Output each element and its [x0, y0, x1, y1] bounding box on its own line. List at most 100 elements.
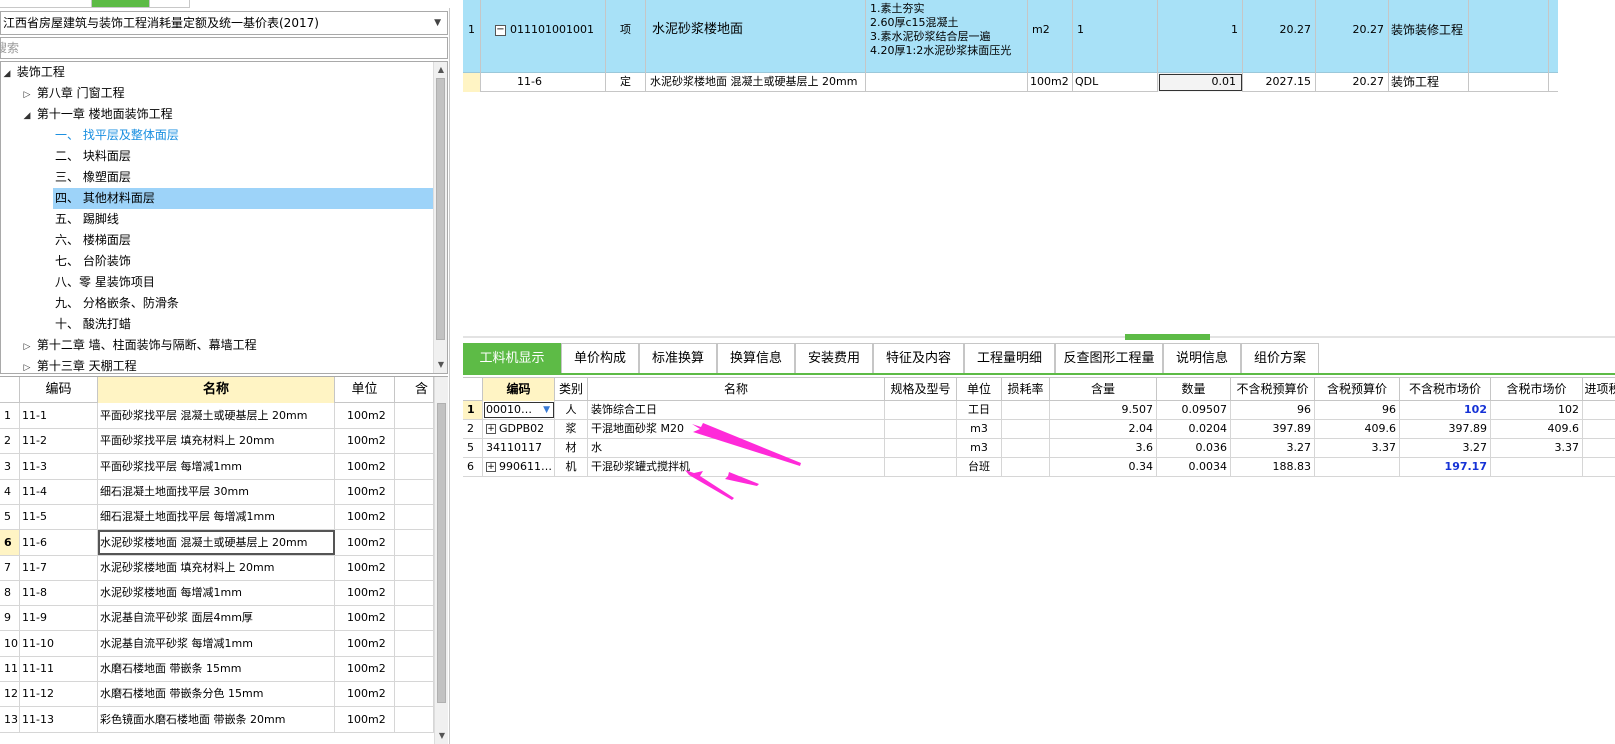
material-p2[interactable]: 409.6 [1315, 420, 1400, 438]
tab-6[interactable]: 特征及内容 [873, 343, 964, 373]
quota-name[interactable]: 彩色镜面水磨石楼地面 带嵌条 20mm [98, 706, 335, 732]
material-loss[interactable] [1002, 401, 1050, 419]
quota-name[interactable]: 平面砂浆找平层 填充材料上 20mm [98, 428, 335, 454]
left-tab-1[interactable] [0, 0, 92, 8]
quota-name[interactable]: 水泥基自流平砂浆 面层4mm厚 [98, 605, 335, 631]
quota-code[interactable]: 11-8 [20, 580, 98, 606]
header-budget-price-incl[interactable]: 含税预算价 [1315, 378, 1400, 401]
scroll-down-icon[interactable]: ▼ [434, 358, 447, 372]
material-unit[interactable]: m3 [957, 439, 1002, 457]
search-input[interactable]: 搜索 [0, 37, 448, 59]
quota-price[interactable] [395, 453, 434, 479]
quota-price[interactable] [395, 403, 434, 428]
material-content[interactable]: 2.04 [1050, 420, 1157, 438]
expand-icon[interactable]: ▷ [21, 337, 33, 358]
tree-item[interactable]: 七、 台阶装饰 [53, 251, 433, 272]
material-content[interactable]: 3.6 [1050, 439, 1157, 457]
material-loss[interactable] [1002, 458, 1050, 476]
quota-code[interactable]: 11-10 [20, 630, 98, 656]
material-content[interactable]: 0.34 [1050, 458, 1157, 476]
header-content[interactable]: 含量 [1050, 378, 1157, 401]
material-cat[interactable]: 浆 [555, 420, 588, 438]
material-spec[interactable] [885, 439, 957, 457]
scrollbar-thumb[interactable] [436, 78, 445, 340]
quota-code[interactable]: 11-5 [20, 504, 98, 530]
material-qty[interactable]: 0.0204 [1157, 420, 1231, 438]
material-p3[interactable]: 197.17 [1400, 458, 1491, 476]
material-code[interactable]: 34110117 [483, 439, 555, 457]
quota-name[interactable]: 水泥砂浆楼地面 混凝土或硬基层上 20mm [98, 529, 335, 555]
header-loss[interactable]: 损耗率 [1002, 378, 1050, 401]
material-code[interactable]: + GDPB02 [483, 420, 555, 438]
quota-code[interactable]: 11-6 [20, 529, 98, 555]
quota-unit[interactable]: 100m2 [335, 453, 395, 479]
quota-grid-scrollbar[interactable]: ▼ [434, 377, 448, 744]
header-unit[interactable]: 单位 [335, 377, 395, 403]
quota-grid-row[interactable]: 4 11-4 细石混凝土地面找平层 30mm 100m2 [0, 478, 434, 505]
quota-name[interactable]: 水磨石楼地面 带嵌条 15mm [98, 656, 335, 681]
quota-code[interactable]: 11-13 [20, 706, 98, 732]
tree-item[interactable]: 二、 块料面层 [53, 146, 433, 167]
material-name[interactable]: 装饰综合工日 [588, 401, 885, 419]
quota-price[interactable] [395, 504, 434, 530]
quota-code[interactable]: 11-11 [20, 656, 98, 681]
left-tab-2[interactable] [92, 0, 150, 8]
bill-row[interactable]: 1 −011101001001 项 水泥砂浆楼地面 1.素土夯实 2.60厚c1… [463, 0, 1558, 73]
scroll-up-icon[interactable]: ▲ [434, 63, 447, 77]
collapse-icon[interactable]: ◢ [1, 64, 13, 85]
scroll-down-icon[interactable]: ▼ [435, 729, 448, 743]
expand-icon[interactable]: + [486, 424, 496, 434]
header-budget-price-excl[interactable]: 不含税预算价 [1231, 378, 1315, 401]
material-unit[interactable]: 台班 [957, 458, 1002, 476]
tree-item[interactable]: ▷ 第八章 门窗工程 [1, 83, 433, 104]
material-tax[interactable] [1583, 458, 1615, 476]
material-p3[interactable]: 397.89 [1400, 420, 1491, 438]
quota-name[interactable]: 水泥砂浆楼地面 混凝土或硬基层上 20mm [646, 73, 866, 92]
quota-price[interactable] [395, 681, 434, 707]
tab-8[interactable]: 反查图形工程量 [1055, 343, 1163, 373]
quota-name[interactable]: 水泥砂浆楼地面 填充材料上 20mm [98, 554, 335, 580]
quota-unit[interactable]: 100m2 [335, 605, 395, 631]
tab-7[interactable]: 工程量明细 [964, 343, 1055, 373]
material-code[interactable]: +990611… [483, 458, 555, 476]
material-cat[interactable]: 机 [555, 458, 588, 476]
header-name[interactable]: 名称 [98, 377, 335, 403]
tree-item[interactable]: 四、 其他材料面层 [53, 188, 433, 209]
header-name[interactable]: 名称 [588, 378, 885, 401]
material-p1[interactable]: 3.27 [1231, 439, 1315, 457]
quota-unit[interactable]: 100m2 [335, 529, 395, 555]
bill-name[interactable]: 水泥砂浆楼地面 [646, 0, 866, 73]
material-spec[interactable] [885, 420, 957, 438]
quota-price[interactable] [395, 630, 434, 656]
tree-item[interactable]: 三、 橡塑面层 [53, 167, 433, 188]
quota-grid-row[interactable]: 10 11-10 水泥基自流平砂浆 每增减1mm 100m2 [0, 630, 434, 657]
quota-code[interactable]: 11-2 [20, 428, 98, 454]
quota-price[interactable] [395, 478, 434, 504]
quota-unit[interactable]: 100m2 [335, 656, 395, 681]
quota-name[interactable]: 细石混凝土地面找平层 每增减1mm [98, 504, 335, 530]
quota-name[interactable]: 平面砂浆找平层 每增减1mm [98, 453, 335, 479]
material-content[interactable]: 9.507 [1050, 401, 1157, 419]
tree-item[interactable]: 六、 楼梯面层 [53, 230, 433, 251]
quota-grid-row[interactable]: 9 11-9 水泥基自流平砂浆 面层4mm厚 100m2 [0, 605, 434, 632]
tab-3[interactable]: 标准换算 [639, 343, 717, 373]
bill-expr[interactable]: 1 [1073, 0, 1158, 73]
quota-unit[interactable]: 100m2 [335, 706, 395, 732]
material-cat[interactable]: 人 [555, 401, 588, 419]
material-name[interactable]: 干混砂浆罐式搅拌机 [588, 458, 885, 476]
material-tax[interactable] [1583, 420, 1615, 438]
bill-qty[interactable]: 1 [1158, 0, 1243, 73]
quota-name[interactable]: 水磨石楼地面 带嵌条分色 15mm [98, 681, 335, 707]
tab-5[interactable]: 安装费用 [795, 343, 873, 373]
quota-grid-row[interactable]: 6 11-6 水泥砂浆楼地面 混凝土或硬基层上 20mm 100m2 [0, 529, 434, 556]
quota-price[interactable] [395, 580, 434, 606]
quota-unit[interactable]: 100m2 [335, 630, 395, 656]
quota-price[interactable] [395, 554, 434, 580]
material-p3[interactable]: 3.27 [1400, 439, 1491, 457]
quota-price[interactable] [395, 706, 434, 732]
tab-1[interactable]: 工料机显示 [463, 343, 561, 373]
material-p2[interactable]: 3.37 [1315, 439, 1400, 457]
material-cat[interactable]: 材 [555, 439, 588, 457]
material-p2[interactable] [1315, 458, 1400, 476]
left-tab-3[interactable] [150, 0, 190, 8]
